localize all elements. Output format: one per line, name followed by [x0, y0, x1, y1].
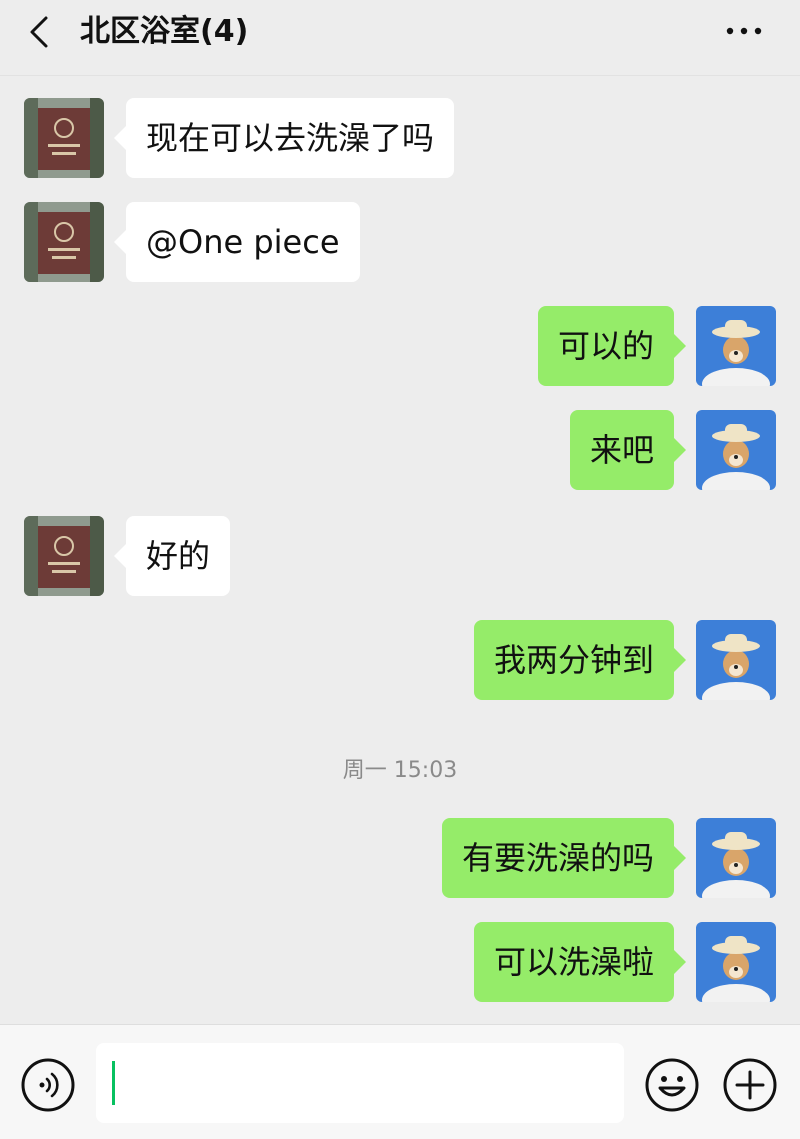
- input-bar: [0, 1024, 800, 1139]
- chat-title: 北区浴室(4): [80, 14, 249, 49]
- message-bubble-self[interactable]: 有要洗澡的吗: [441, 818, 687, 898]
- avatar-self[interactable]: [696, 410, 776, 490]
- avatar-self[interactable]: [696, 818, 776, 898]
- message-bubble-self[interactable]: 可以的: [537, 306, 687, 386]
- message-bubble-self[interactable]: 可以洗澡啦: [473, 922, 687, 1002]
- avatar-self[interactable]: [696, 620, 776, 700]
- avatar-other[interactable]: [24, 516, 104, 596]
- message-bubble-self[interactable]: 我两分钟到: [473, 620, 687, 700]
- text-cursor: [112, 1061, 115, 1105]
- plus-icon[interactable]: [722, 1057, 778, 1113]
- avatar-other[interactable]: [24, 202, 104, 282]
- avatar-other[interactable]: [24, 98, 104, 178]
- avatar-self[interactable]: [696, 922, 776, 1002]
- more-dots-icon[interactable]: [724, 22, 764, 40]
- message-list[interactable]: 现在可以去洗澡了吗 @One piece 可以的 来吧 好的 我两分钟到 周一 …: [0, 76, 800, 1024]
- avatar-self[interactable]: [696, 306, 776, 386]
- timestamp: 周一 15:03: [342, 758, 458, 783]
- message-input[interactable]: [96, 1043, 624, 1123]
- message-bubble-other[interactable]: 好的: [113, 516, 231, 596]
- chevron-left-icon[interactable]: [22, 14, 56, 50]
- emoji-icon[interactable]: [644, 1057, 700, 1113]
- message-bubble-other[interactable]: 现在可以去洗澡了吗: [113, 98, 455, 178]
- top-bar: 北区浴室(4): [0, 0, 800, 76]
- voice-icon[interactable]: [20, 1057, 76, 1113]
- message-bubble-other[interactable]: @One piece: [114, 202, 360, 282]
- message-bubble-self[interactable]: 来吧: [569, 410, 687, 490]
